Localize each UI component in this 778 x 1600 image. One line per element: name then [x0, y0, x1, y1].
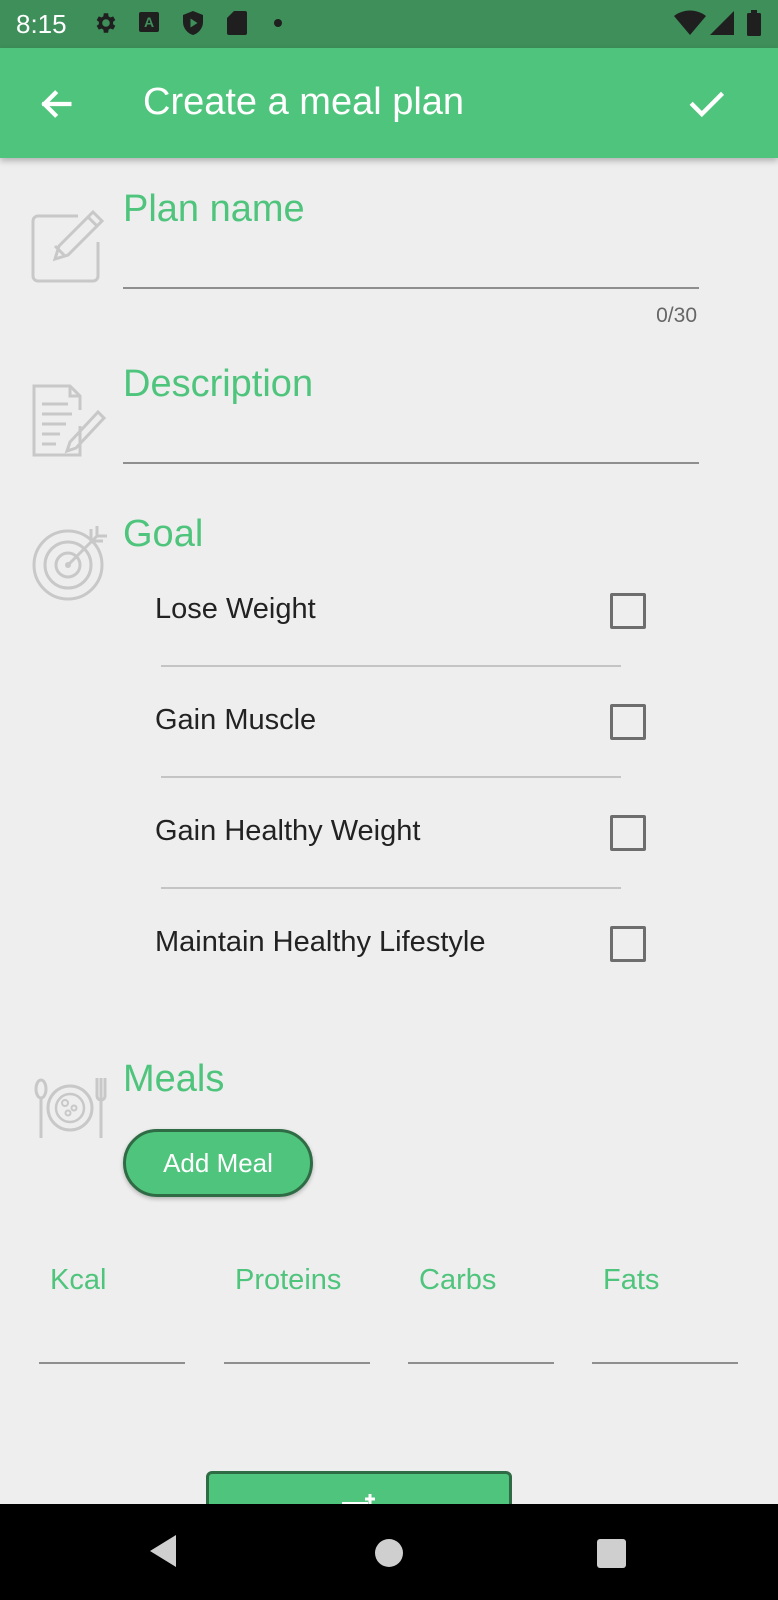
- gain-muscle-checkbox[interactable]: [610, 704, 646, 740]
- svg-text:A: A: [144, 14, 154, 30]
- goal-divider: [161, 887, 621, 889]
- description-underline: [123, 462, 699, 464]
- page-title: Create a meal plan: [143, 81, 465, 123]
- nav-home-icon[interactable]: [375, 1539, 403, 1567]
- plan-name-input[interactable]: [123, 228, 699, 288]
- lose-weight-checkbox[interactable]: [610, 593, 646, 629]
- goal-option-gain-muscle: Gain Muscle: [155, 704, 317, 736]
- plan-name-underline: [123, 287, 699, 289]
- goal-divider: [161, 665, 621, 667]
- description-input[interactable]: [123, 402, 699, 462]
- check-icon[interactable]: [686, 84, 726, 124]
- target-icon: [32, 526, 107, 601]
- goal-option-lose-weight: Lose Weight: [155, 593, 316, 625]
- meal-plate-icon: [34, 1078, 107, 1138]
- nav-recents-icon[interactable]: [597, 1539, 626, 1568]
- dot-icon: [274, 19, 282, 27]
- carbs-input[interactable]: [408, 1300, 554, 1364]
- shield-play-icon: [183, 11, 203, 35]
- plan-name-label: Plan name: [123, 188, 305, 230]
- goal-label: Goal: [123, 513, 204, 555]
- kcal-input[interactable]: [39, 1300, 185, 1364]
- arrow-back-icon[interactable]: [36, 84, 76, 124]
- document-edit-icon: [32, 384, 107, 457]
- wifi-icon: [674, 10, 706, 35]
- status-time: 8:15: [16, 9, 67, 39]
- meals-label: Meals: [123, 1058, 225, 1100]
- proteins-label: Proteins: [235, 1264, 342, 1296]
- add-meal-button[interactable]: Add Meal: [123, 1129, 313, 1197]
- kcal-label: Kcal: [50, 1264, 107, 1296]
- sd-card-icon: [227, 11, 247, 35]
- nav-back-icon[interactable]: [148, 1534, 178, 1568]
- app-bar: Create a meal plan: [0, 48, 778, 158]
- plan-name-counter: 0/30: [656, 304, 697, 327]
- carbs-label: Carbs: [419, 1264, 497, 1296]
- goal-divider: [161, 776, 621, 778]
- fats-input[interactable]: [592, 1300, 738, 1364]
- fats-label: Fats: [603, 1264, 660, 1296]
- gain-healthy-weight-checkbox[interactable]: [610, 815, 646, 851]
- signal-icon: [710, 11, 734, 35]
- description-label: Description: [123, 363, 314, 405]
- status-bar: 8:15 A: [0, 0, 778, 48]
- text-a-icon: A: [139, 12, 159, 32]
- maintain-healthy-lifestyle-checkbox[interactable]: [610, 926, 646, 962]
- settings-icon: [96, 13, 116, 33]
- edit-icon: [31, 209, 105, 283]
- goal-option-maintain-healthy-lifestyle: Maintain Healthy Lifestyle: [155, 926, 486, 958]
- goal-option-gain-healthy-weight: Gain Healthy Weight: [155, 815, 421, 847]
- proteins-input[interactable]: [224, 1300, 370, 1364]
- battery-icon: [747, 10, 761, 36]
- navigation-bar: [0, 1504, 778, 1600]
